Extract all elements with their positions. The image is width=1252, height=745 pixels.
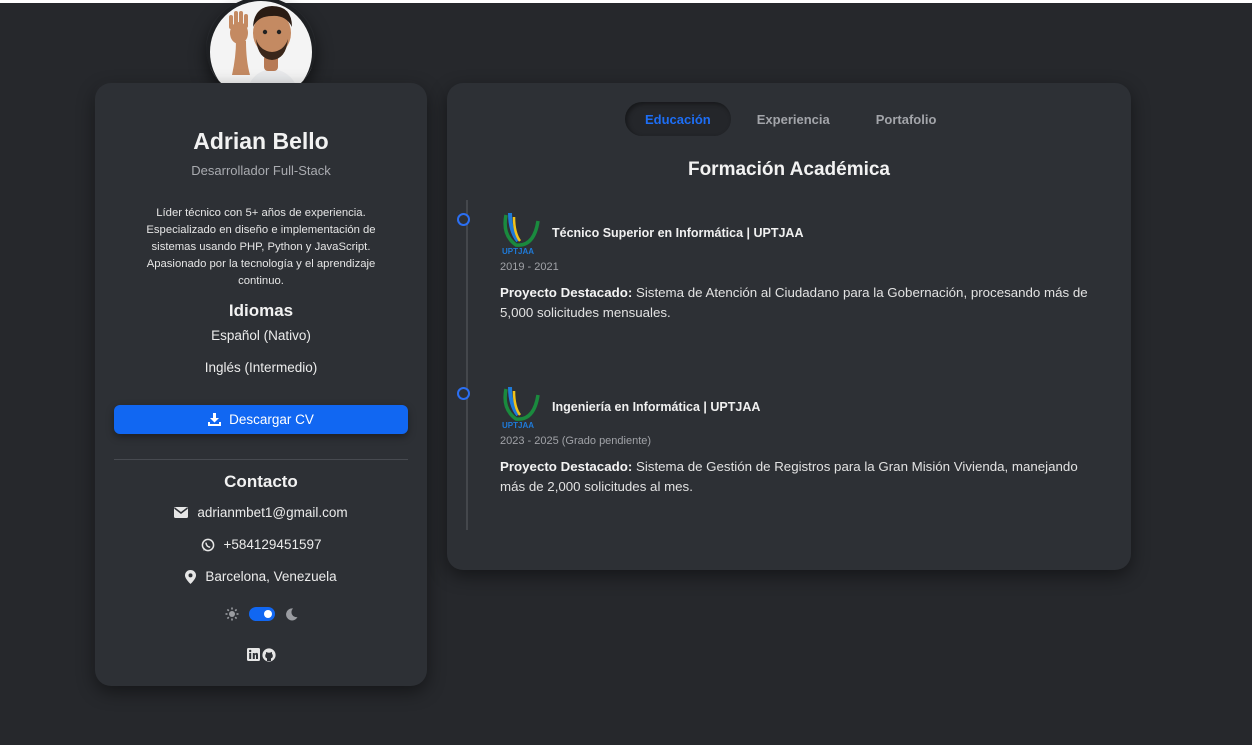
download-cv-label: Descargar CV [229,412,314,427]
timeline-dot [457,213,470,226]
language-item: Español (Nativo) [211,328,311,343]
phone-text: +584129451597 [223,537,322,552]
section-title: Formación Académica [687,159,891,180]
whatsapp-icon [201,538,214,551]
envelope-icon [174,507,189,518]
download-cv-button[interactable]: Descargar CV [114,405,408,434]
sun-icon [225,607,238,621]
map-pin-icon [185,569,197,584]
github-icon[interactable] [261,648,276,662]
tab-portfolio[interactable]: Portafolio [856,102,957,136]
theme-toggle-row [95,607,427,621]
education-title: Ingeniería en Informática | UPTJAA [552,400,761,414]
education-title: Técnico Superior en Informática | UPTJAA [552,226,804,240]
contact-location: Barcelona, Venezuela [95,569,427,584]
contact-email[interactable]: adrianmbet1@gmail.com [95,505,427,520]
tab-education[interactable]: Educación [625,102,731,136]
education-description: Proyecto Destacado: Sistema de Atención … [500,283,1100,323]
profile-name: Adrian Bello [193,128,329,154]
timeline-dot [457,387,470,400]
education-description: Proyecto Destacado: Sistema de Gestión d… [500,457,1100,497]
profile-role: Desarrollador Full-Stack [191,163,331,178]
language-item: Inglés (Intermedio) [204,360,318,375]
highlight-label: Proyecto Destacado: [500,459,633,474]
timeline-line [466,200,468,530]
email-text: adrianmbet1@gmail.com [197,505,348,520]
logo-text: UPTJAA [502,247,534,255]
tab-bar: Educación Experiencia Portafolio [625,102,956,136]
logo-text: UPTJAA [502,421,534,429]
download-icon [208,413,222,426]
education-item: UPTJAA Técnico Superior en Informática |… [500,211,1100,323]
profile-card: Adrian Bello Desarrollador Full-Stack Lí… [95,83,427,686]
social-links [95,648,427,662]
uptjaa-logo: UPTJAA [500,385,540,430]
uptjaa-logo: UPTJAA [500,211,540,256]
education-item: UPTJAA Ingeniería en Informática | UPTJA… [500,385,1100,497]
education-dates: 2023 - 2025 (Grado pendiente) [500,435,652,447]
education-dates: 2019 - 2021 [500,261,559,273]
moon-icon [285,607,297,620]
linkedin-icon[interactable] [246,648,260,661]
profile-bio: Líder técnico con 5+ años de experiencia… [146,207,376,287]
divider [114,459,408,460]
contact-title: Contacto [224,472,298,491]
location-text: Barcelona, Venezuela [205,569,337,584]
contact-phone[interactable]: +584129451597 [95,537,427,552]
highlight-label: Proyecto Destacado: [500,285,633,300]
theme-toggle-switch[interactable] [248,607,275,621]
languages-title: Idiomas [228,301,294,320]
tab-experience[interactable]: Experiencia [737,102,850,136]
main-card: Educación Experiencia Portafolio Formaci… [447,83,1131,570]
